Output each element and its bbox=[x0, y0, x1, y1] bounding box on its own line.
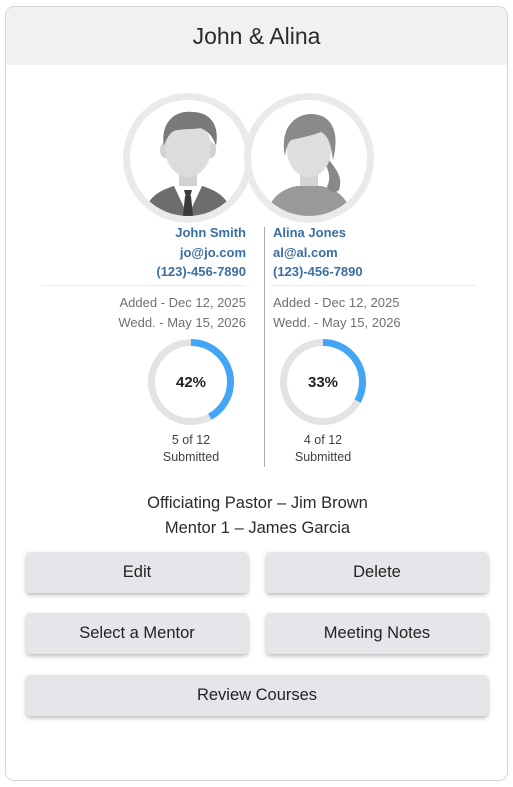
partner-2-name[interactable]: Alina Jones bbox=[273, 223, 483, 243]
partner-2-submitted-label: Submitted bbox=[294, 450, 352, 464]
couple-title: John & Alina bbox=[192, 22, 321, 49]
partner-1-progress-ring: 42% bbox=[146, 337, 236, 427]
partner-2-submitted-count: 4 of 12 bbox=[303, 433, 343, 447]
partner-1-submitted-count: 5 of 12 bbox=[171, 433, 211, 447]
partner-1-email[interactable]: jo@jo.com bbox=[6, 243, 246, 263]
partner-2-wedding-date: Wedd. - May 15, 2026 bbox=[273, 315, 401, 330]
partner-1-separator bbox=[41, 285, 245, 286]
card-header: John & Alina bbox=[6, 7, 507, 65]
delete-button[interactable]: Delete bbox=[266, 552, 488, 593]
partner-1-added-date: Added - Dec 12, 2025 bbox=[119, 295, 246, 310]
officiating-pastor: Officiating Pastor – Jim Brown bbox=[147, 494, 368, 512]
select-mentor-button[interactable]: Select a Mentor bbox=[26, 613, 248, 654]
couple-card: John & Alina John Smith jo@jo.com (123)-… bbox=[5, 6, 508, 781]
review-courses-button[interactable]: Review Courses bbox=[26, 675, 488, 716]
partner-2-added-date: Added - Dec 12, 2025 bbox=[273, 295, 400, 310]
partner-2-progress-percent: 33% bbox=[307, 373, 339, 391]
male-avatar-icon bbox=[123, 93, 253, 223]
mentor-assignment: Mentor 1 – James Garcia bbox=[164, 519, 351, 537]
partner-1-dates: Added - Dec 12, 2025 Wedd. - May 15, 202… bbox=[6, 293, 246, 333]
partner-2-progress-ring: 33% bbox=[278, 337, 368, 427]
partner-1-submitted-label: Submitted bbox=[162, 450, 220, 464]
edit-button[interactable]: Edit bbox=[26, 552, 248, 593]
partner-2-email[interactable]: al@al.com bbox=[273, 243, 483, 263]
female-avatar-icon bbox=[244, 93, 374, 223]
partner-1-submitted: 5 of 12 Submitted bbox=[146, 432, 236, 466]
partner-2-separator bbox=[272, 285, 476, 286]
partner-1-wedding-date: Wedd. - May 15, 2026 bbox=[118, 315, 246, 330]
partner-2-submitted: 4 of 12 Submitted bbox=[278, 432, 368, 466]
partner-2-dates: Added - Dec 12, 2025 Wedd. - May 15, 202… bbox=[273, 293, 483, 333]
partner-1-contact: John Smith jo@jo.com (123)-456-7890 bbox=[6, 223, 246, 282]
partner-1-phone[interactable]: (123)-456-7890 bbox=[6, 262, 246, 282]
partner-1-name[interactable]: John Smith bbox=[6, 223, 246, 243]
partner-1-progress-percent: 42% bbox=[175, 373, 207, 391]
partner-2-contact: Alina Jones al@al.com (123)-456-7890 bbox=[273, 223, 483, 282]
partner-column-divider bbox=[264, 227, 265, 467]
partner-2-phone[interactable]: (123)-456-7890 bbox=[273, 262, 483, 282]
meeting-notes-button[interactable]: Meeting Notes bbox=[266, 613, 488, 654]
